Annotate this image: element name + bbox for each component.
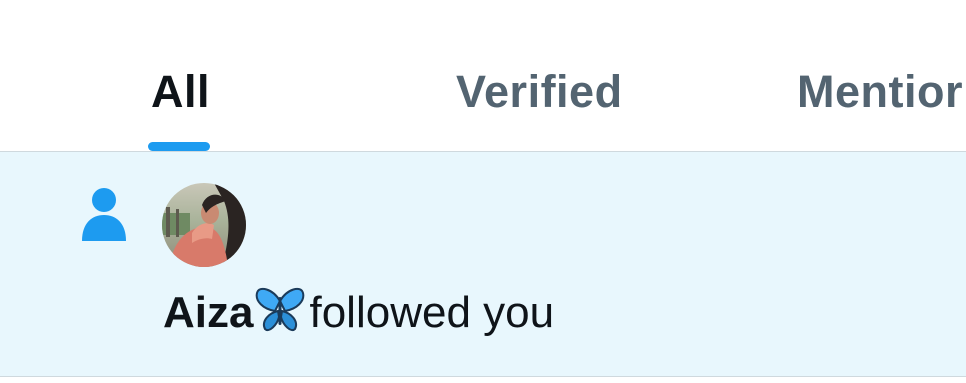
butterfly-emoji-icon xyxy=(255,287,305,349)
notifications-tab-bar: All Verified Mentior xyxy=(0,0,966,152)
user-name[interactable]: Aiza xyxy=(163,288,253,337)
tab-mentions[interactable]: Mentior xyxy=(797,62,963,122)
tab-all[interactable]: All xyxy=(151,62,210,122)
user-avatar[interactable] xyxy=(162,183,246,267)
person-icon xyxy=(82,188,126,241)
notification-text: Aiza followed you xyxy=(163,283,554,349)
action-text: followed you xyxy=(309,288,555,337)
tab-verified[interactable]: Verified xyxy=(456,62,623,122)
active-tab-indicator xyxy=(148,142,210,151)
notification-divider xyxy=(0,376,966,377)
